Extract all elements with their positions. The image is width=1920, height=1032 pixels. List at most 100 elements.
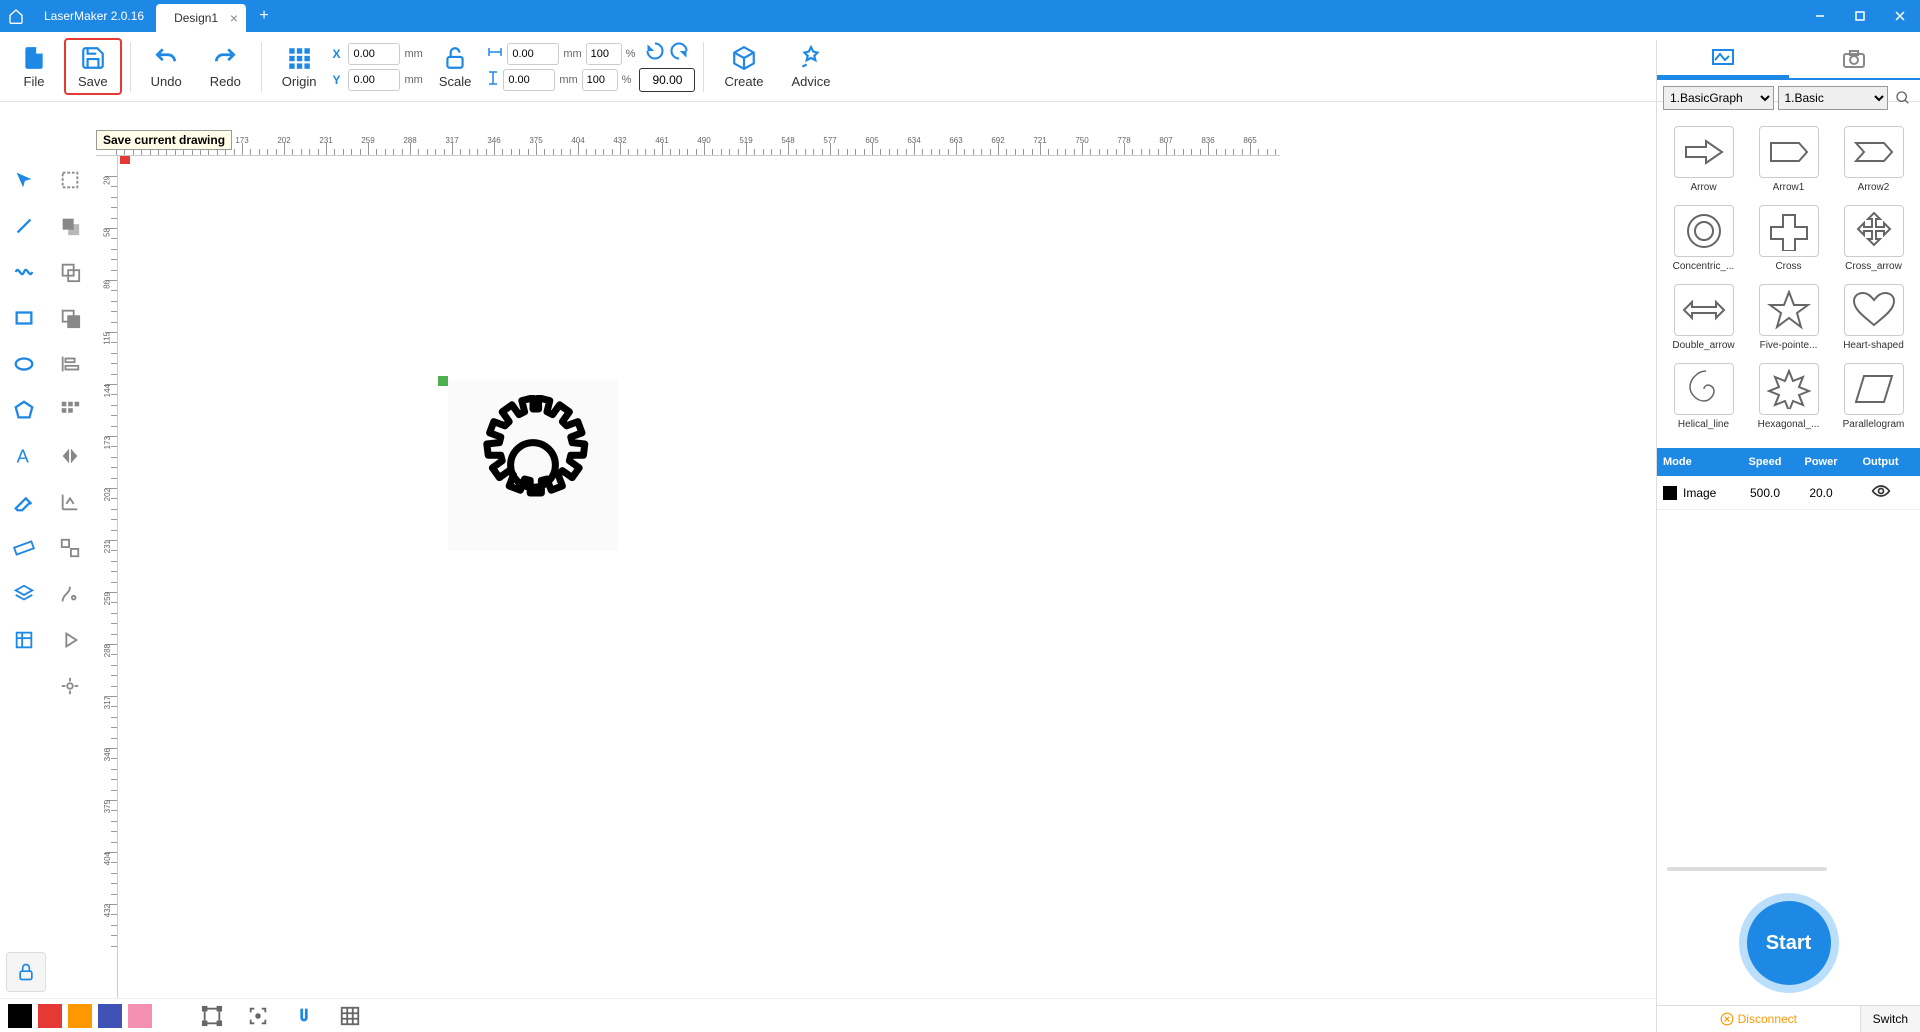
group-tool[interactable]: [50, 528, 90, 568]
color-swatch-1[interactable]: [38, 1004, 62, 1028]
redo-button[interactable]: Redo: [198, 40, 253, 93]
advice-label: Advice: [791, 74, 830, 89]
file-button[interactable]: File: [8, 40, 60, 93]
align-tool[interactable]: [50, 344, 90, 384]
minimize-button[interactable]: [1800, 0, 1840, 32]
shape-label: Hexagonal_...: [1758, 419, 1820, 430]
col-power: Power: [1795, 456, 1847, 468]
shape-item-cross[interactable]: Cross: [1748, 201, 1829, 276]
width-input[interactable]: [507, 43, 559, 65]
create-button[interactable]: Create: [712, 40, 775, 93]
laser-tool[interactable]: [50, 666, 90, 706]
x-input[interactable]: [348, 43, 400, 65]
focus-tool[interactable]: [242, 1000, 274, 1032]
shape-item-crossarrow[interactable]: Cross_arrow: [1833, 201, 1914, 276]
shape-item-doublearrow[interactable]: Double_arrow: [1663, 280, 1744, 355]
redo-icon: [211, 44, 239, 72]
canvas[interactable]: [118, 156, 1280, 998]
origin-icon: [285, 44, 313, 72]
shape-label: Double_arrow: [1672, 340, 1734, 351]
undo-button[interactable]: Undo: [139, 40, 194, 93]
lock-canvas-button[interactable]: [6, 952, 46, 992]
right-panel: 1.BasicGraph 1.Basic ArrowArrow1Arrow2 Co…: [1656, 40, 1920, 1032]
shape-item-fivepointe[interactable]: Five-pointe...: [1748, 280, 1829, 355]
polygon-tool[interactable]: [4, 390, 44, 430]
save-tooltip: Save current drawing: [96, 130, 232, 150]
close-tab-icon[interactable]: ×: [230, 10, 238, 26]
main-toolbar: File Save Undo Redo Origin Xmm Ymm Scale…: [0, 32, 1920, 102]
shape-icon: [1759, 126, 1819, 178]
new-tab-button[interactable]: +: [252, 4, 276, 28]
rotate-ccw-icon[interactable]: [645, 41, 665, 66]
y-input[interactable]: [348, 69, 400, 91]
measure-tool[interactable]: [4, 528, 44, 568]
origin-button[interactable]: Origin: [270, 40, 329, 93]
layer-row[interactable]: Image 500.0 20.0: [1657, 476, 1920, 510]
ellipse-tool[interactable]: [4, 344, 44, 384]
color-swatch-0[interactable]: [8, 1004, 32, 1028]
document-tab[interactable]: Design1 ×: [156, 4, 246, 32]
rotate-group: [639, 41, 695, 92]
scale-y-input[interactable]: [582, 69, 618, 91]
selection-handle[interactable]: [438, 376, 448, 386]
scale-x-input[interactable]: [586, 43, 622, 65]
shape-item-hexagonal[interactable]: Hexagonal_...: [1748, 359, 1829, 434]
shape-item-helicalline[interactable]: Helical_line: [1663, 359, 1744, 434]
advice-button[interactable]: Advice: [779, 40, 842, 93]
curve-tool[interactable]: [4, 252, 44, 292]
color-swatch-4[interactable]: [128, 1004, 152, 1028]
connection-status[interactable]: Disconnect: [1657, 1006, 1860, 1032]
save-button[interactable]: Save: [64, 38, 122, 95]
eraser-tool[interactable]: [4, 482, 44, 522]
crop-tool[interactable]: [4, 620, 44, 660]
origin-marker: [120, 156, 130, 164]
mirror-tool[interactable]: [50, 436, 90, 476]
shape-item-heartshaped[interactable]: Heart-shaped: [1833, 280, 1914, 355]
search-shapes-button[interactable]: [1892, 87, 1914, 109]
color-swatch-2[interactable]: [68, 1004, 92, 1028]
shape-item-concentric[interactable]: Concentric_...: [1663, 201, 1744, 276]
close-window-button[interactable]: [1880, 0, 1920, 32]
select-tool[interactable]: [4, 160, 44, 200]
power-slider[interactable]: [1667, 867, 1827, 871]
grid-tool[interactable]: [334, 1000, 366, 1032]
layers-tool[interactable]: [4, 574, 44, 614]
start-button[interactable]: Start: [1739, 893, 1839, 993]
shape-item-arrow2[interactable]: Arrow2: [1833, 122, 1914, 197]
intersect-tool[interactable]: [50, 298, 90, 338]
snap-tool[interactable]: [288, 1000, 320, 1032]
tab-camera[interactable]: [1789, 40, 1920, 78]
path-tool[interactable]: [50, 574, 90, 614]
scale-button[interactable]: Scale: [427, 40, 484, 93]
distribute-tool[interactable]: [50, 390, 90, 430]
rotate-input[interactable]: [639, 68, 695, 92]
subtract-tool[interactable]: [50, 252, 90, 292]
simulate-tool[interactable]: [50, 620, 90, 660]
layer-output-toggle[interactable]: [1847, 484, 1914, 501]
shape-item-arrow[interactable]: Arrow: [1663, 122, 1744, 197]
shape-item-parallelogram[interactable]: Parallelogram: [1833, 359, 1914, 434]
sy-unit: %: [622, 74, 632, 86]
shape-item-arrow1[interactable]: Arrow1: [1748, 122, 1829, 197]
tab-shapes[interactable]: [1657, 40, 1789, 78]
placed-image-gear[interactable]: [448, 380, 618, 550]
home-button[interactable]: [0, 0, 32, 32]
slider-area: [1657, 857, 1920, 881]
text-tool[interactable]: A: [4, 436, 44, 476]
height-input[interactable]: [503, 69, 555, 91]
maximize-button[interactable]: [1840, 0, 1880, 32]
frame-tool[interactable]: [196, 1000, 228, 1032]
marquee-tool[interactable]: [50, 160, 90, 200]
switch-button[interactable]: Switch: [1860, 1006, 1920, 1032]
advice-icon: [797, 44, 825, 72]
rotate-cw-icon[interactable]: [669, 41, 689, 66]
tab-label: Design1: [174, 11, 218, 25]
category-select-1[interactable]: 1.BasicGraph: [1663, 86, 1774, 110]
color-swatch-3[interactable]: [98, 1004, 122, 1028]
union-tool[interactable]: [50, 206, 90, 246]
line-tool[interactable]: [4, 206, 44, 246]
array-tool[interactable]: [50, 482, 90, 522]
rectangle-tool[interactable]: [4, 298, 44, 338]
layer-power: 20.0: [1795, 486, 1847, 500]
category-select-2[interactable]: 1.Basic: [1778, 86, 1889, 110]
